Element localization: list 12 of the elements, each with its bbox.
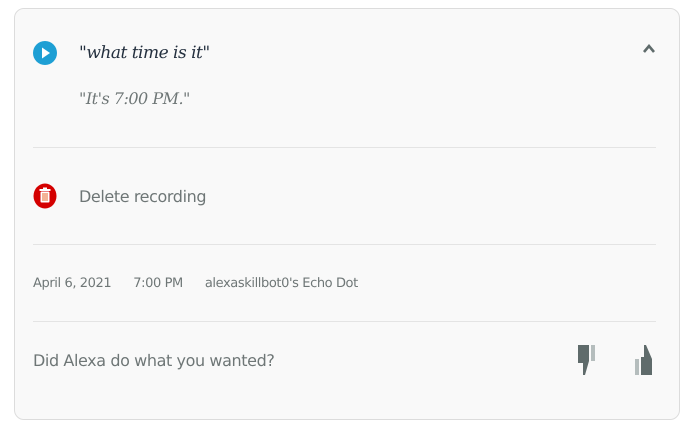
response-text: "It's 7:00 PM."	[79, 89, 191, 108]
delete-recording-link[interactable]: Delete recording	[79, 186, 206, 206]
trash-icon[interactable]	[33, 183, 57, 209]
utterance-text: "what time is it"	[79, 43, 211, 63]
feedback-question: Did Alexa do what you wanted?	[33, 350, 276, 370]
thumbs-down-icon[interactable]	[576, 343, 598, 377]
play-icon[interactable]	[33, 41, 57, 65]
date-text: April 6, 2021	[33, 276, 112, 290]
thumbs-up-icon[interactable]	[632, 343, 654, 377]
chevron-icon[interactable]	[643, 44, 655, 54]
device-text: alexaskillbot0's Echo Dot	[204, 276, 358, 290]
time-text: 7:00 PM	[133, 276, 183, 290]
